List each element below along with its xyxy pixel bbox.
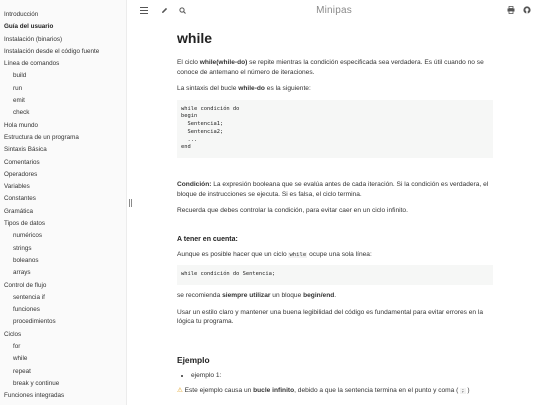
sidebar-item[interactable]: check xyxy=(0,107,126,119)
syntax-text: La sintaxis del bucle xyxy=(177,85,239,93)
github-icon[interactable] xyxy=(521,4,533,16)
note-inline-code: while xyxy=(288,251,308,258)
intro-text: El ciclo xyxy=(177,59,200,66)
warning-text: Este ejemplo causa un xyxy=(182,387,254,395)
sidebar-item[interactable]: Estructura de un programa xyxy=(0,132,126,144)
sidebar-item[interactable]: Introducción xyxy=(0,9,126,21)
sidebar-item[interactable]: strings xyxy=(0,243,126,255)
sidebar-item[interactable]: numéricos xyxy=(0,230,126,242)
example-heading: Ejemplo xyxy=(177,354,210,365)
page-title: while xyxy=(177,30,213,46)
recommend-strong-1: siempre utilizar xyxy=(222,292,271,300)
sidebar-item[interactable]: Instalación (binarios) xyxy=(0,34,126,46)
note-heading: A tener en cuenta: xyxy=(177,235,238,243)
sidebar-item[interactable]: arrays xyxy=(0,267,126,279)
sidebar-item[interactable]: while xyxy=(0,353,126,365)
intro-paragraph: El ciclo while(while-do) se repite mient… xyxy=(177,58,493,77)
sidebar-item[interactable]: Gramática xyxy=(0,206,126,218)
print-icon[interactable] xyxy=(505,4,517,16)
sidebar-item[interactable]: repeat xyxy=(0,366,126,378)
sidebar-item[interactable]: boleanos xyxy=(0,255,126,267)
sidebar-toc: Introducción Guía del usuario Instalación … xyxy=(0,0,127,405)
warning-paragraph: ⚠ Este ejemplo causa un bucle infinito, … xyxy=(177,386,493,397)
note-text-2: ocupe una sola línea: xyxy=(307,250,372,258)
sidebar-item[interactable]: build xyxy=(0,70,126,82)
sidebar-item[interactable]: procedimientos xyxy=(0,316,126,328)
warning-strong: bucle infinito xyxy=(253,387,295,395)
sidebar-item[interactable]: Sintaxis Básica xyxy=(0,144,126,156)
sidebar-item[interactable]: emit xyxy=(0,95,126,107)
sidebar-item[interactable]: run xyxy=(0,83,126,95)
sidebar-item[interactable]: Funciones integradas xyxy=(0,390,126,402)
example-list: ejemplo 1: xyxy=(177,371,493,381)
sidebar-item[interactable]: Variables xyxy=(0,181,126,193)
code-block-oneline: while condición do Sentencia; xyxy=(177,265,493,286)
warning-text-3: ) xyxy=(465,387,470,395)
sidebar-item[interactable]: Línea de comandos xyxy=(0,58,126,70)
sidebar-item[interactable]: for xyxy=(0,341,126,353)
sidebar-resize-handle[interactable] xyxy=(127,197,133,209)
note-paragraph: Aunque es posible hacer que un ciclo whi… xyxy=(177,250,493,261)
sidebar-item[interactable]: Tipos de datos xyxy=(0,218,126,230)
sidebar-item[interactable]: Operadores xyxy=(0,169,126,181)
book-title: Minipas xyxy=(316,5,352,16)
code-block-syntax: while condición do begin Sentencia1; Sen… xyxy=(177,99,493,158)
sidebar-item[interactable]: Constantes xyxy=(0,193,126,205)
sidebar-item[interactable]: break y continue xyxy=(0,378,126,390)
recommend-text: se recomienda xyxy=(177,292,223,300)
sidebar-item[interactable]: funciones xyxy=(0,304,126,316)
sidebar-item[interactable]: Ciclos xyxy=(0,329,126,341)
condition-text: La expresión booleana que se evalúa ante… xyxy=(177,181,489,198)
sidebar-item[interactable]: Hola mundo xyxy=(0,120,126,132)
condition-strong: Condición: xyxy=(177,181,212,188)
syntax-paragraph: La sintaxis del bucle while-do es la sig… xyxy=(177,84,493,94)
intro-strong: while(while-do) xyxy=(199,59,248,66)
note-text: Aunque es posible hacer que un ciclo xyxy=(177,250,289,258)
reminder-paragraph: Recuerda que debes controlar la condició… xyxy=(177,207,408,215)
sidebar-item[interactable]: Comentarios xyxy=(0,157,126,169)
main-content: while El ciclo while(while-do) se repite… xyxy=(177,30,493,397)
sidebar-item[interactable]: Control de flujo xyxy=(0,280,126,292)
condition-paragraph: Condición: La expresión booleana que se … xyxy=(177,180,493,199)
recommend-text-3: . xyxy=(334,292,337,300)
syntax-strong: while-do xyxy=(238,85,265,93)
warning-text-2: , debido a que la sentencia termina en e… xyxy=(294,387,461,395)
recommend-paragraph: se recomienda siempre utilizar un bloque… xyxy=(177,291,493,301)
list-item: ejemplo 1: xyxy=(191,371,493,381)
sidebar-item[interactable]: Instalación desde el código fuente xyxy=(0,46,126,58)
syntax-text-2: es la siguiente: xyxy=(264,85,311,93)
recommend-text-2: un bloque xyxy=(270,292,304,300)
top-bar: Minipas xyxy=(128,0,540,22)
sidebar-item[interactable]: Guía del usuario xyxy=(0,21,126,33)
sidebar-item[interactable]: sentencia if xyxy=(0,292,126,304)
recommend-strong-2: begin/end xyxy=(303,292,335,300)
style-paragraph: Usar un estilo claro y mantener una buen… xyxy=(177,308,484,326)
